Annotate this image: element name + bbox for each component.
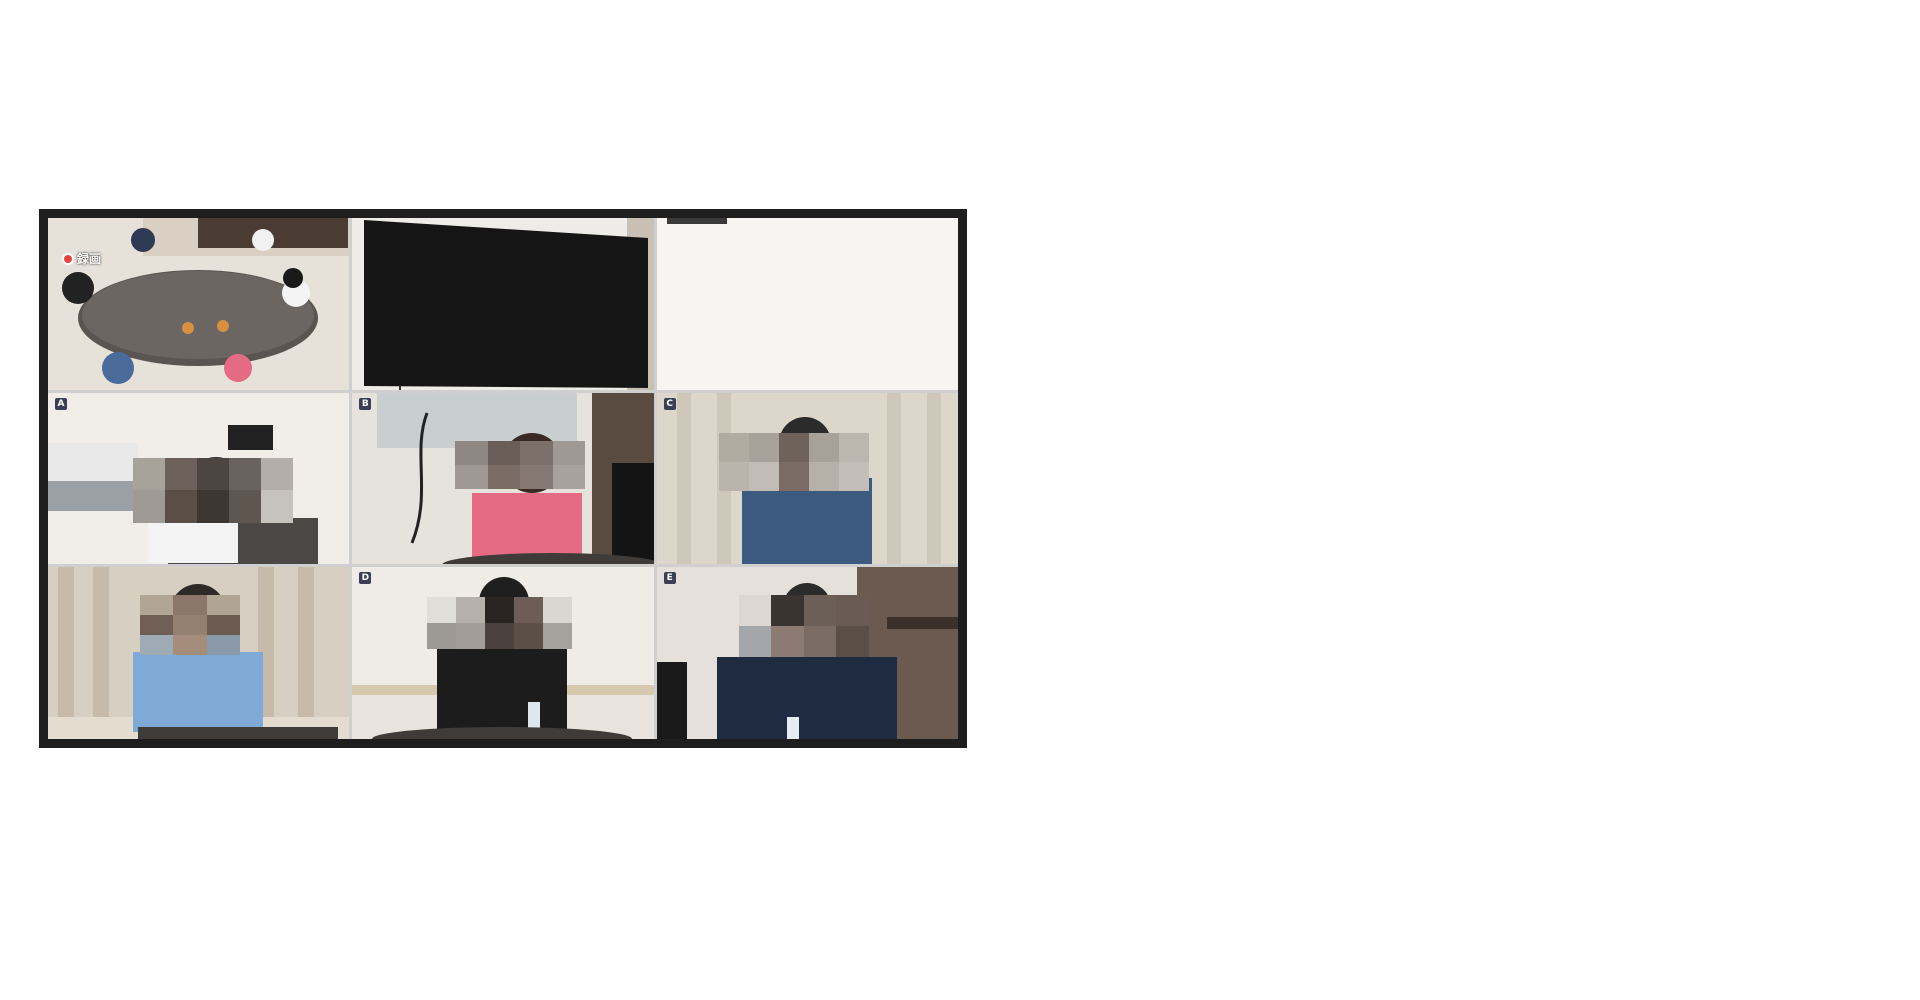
camera-label: C (663, 397, 676, 410)
face-blur (140, 595, 240, 656)
camera-empty[interactable] (656, 218, 958, 390)
camera-side[interactable] (48, 567, 350, 739)
empty-scene (656, 218, 958, 390)
face-blur (427, 597, 573, 650)
face-blur (718, 432, 869, 491)
recording-indicator: 録画 (62, 250, 101, 267)
record-dot-icon (62, 252, 74, 265)
camera-overview[interactable]: 録画 (48, 218, 350, 390)
camera-label: D (359, 572, 372, 585)
camera-label: A (55, 397, 67, 410)
cam-d-scene (352, 567, 654, 739)
video-grid-frame: 録画 A B C D E (39, 209, 967, 748)
camera-e[interactable]: E (656, 567, 958, 739)
camera-d[interactable]: D (352, 567, 654, 739)
face-blur (455, 440, 586, 489)
camera-label: E (663, 572, 676, 585)
camera-tv[interactable] (352, 218, 654, 390)
face-blur (133, 457, 293, 523)
camera-a[interactable]: A (48, 392, 350, 565)
face-blur (738, 595, 869, 658)
overview-scene (48, 218, 350, 390)
camera-grid: 録画 A B C D E (48, 218, 958, 739)
camera-c[interactable]: C (656, 392, 958, 565)
camera-b[interactable]: B (352, 392, 654, 565)
recording-label: 録画 (77, 252, 102, 266)
tv-scene (352, 218, 654, 390)
camera-label: B (359, 397, 372, 410)
